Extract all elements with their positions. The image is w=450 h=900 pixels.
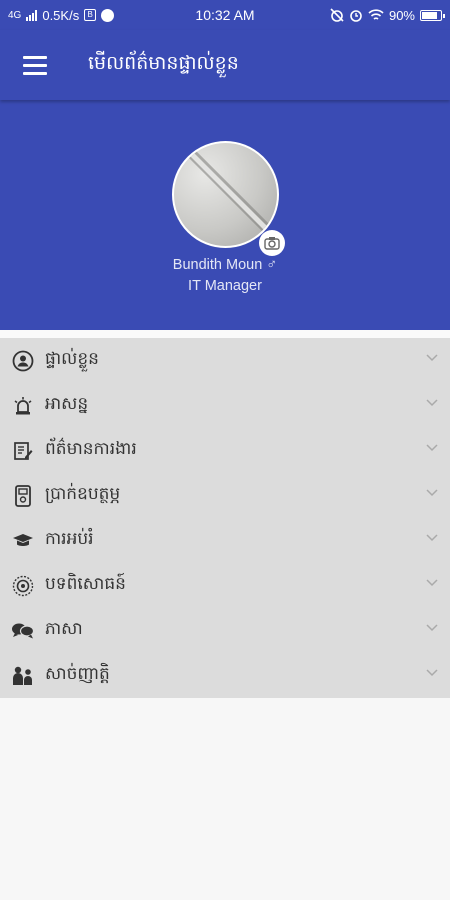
menu-item-label: បទពិសោធន៍ [45, 574, 126, 594]
app-bar: មើលព័ត៌មានផ្ទាល់ខ្លួន [0, 30, 450, 100]
chevron-down-icon [426, 669, 438, 677]
menu-item-label: អាសន្ន [45, 394, 89, 414]
menu-item-label: សាច់ញាត្តិ [45, 664, 110, 684]
experience-icon [0, 563, 45, 608]
menu-item-job-info[interactable]: ព័ត៌មានការងារ [0, 428, 450, 473]
battery-percent: 90% [388, 7, 415, 23]
menu-item-label: ប្រាក់ឧបត្ថម្ភ [45, 484, 121, 504]
menu-item-label: ផ្ទាល់ខ្លួន [45, 349, 99, 369]
messenger-icon [101, 8, 115, 22]
menu-item-emergency[interactable]: អាសន្ន [0, 383, 450, 428]
network-speed: 0.5K/s [42, 7, 80, 23]
family-icon [0, 653, 45, 698]
notification-b-icon: B [84, 9, 97, 21]
wifi-icon [368, 8, 384, 20]
divider [0, 330, 450, 338]
profile-job-title: IT Manager [188, 278, 262, 294]
siren-icon [0, 383, 45, 428]
hamburger-icon[interactable] [0, 30, 70, 100]
camera-icon[interactable] [259, 230, 285, 256]
menu-item-education[interactable]: ការអប់រំ [0, 518, 450, 563]
menu-item-label: ភាសា [45, 619, 83, 639]
network-type: 4G [8, 9, 22, 21]
empty-content-area [0, 698, 450, 900]
signal-icon [26, 9, 38, 21]
chevron-down-icon [426, 624, 438, 632]
page-title: មើលព័ត៌មានផ្ទាល់ខ្លួន [88, 52, 239, 74]
money-icon [0, 473, 45, 518]
chevron-down-icon [426, 444, 438, 452]
chevron-down-icon [426, 354, 438, 362]
menu-item-label: ព័ត៌មានការងារ [45, 439, 137, 459]
chevron-down-icon [426, 579, 438, 587]
chevron-down-icon [426, 534, 438, 542]
alarm-off-icon [330, 8, 344, 22]
battery-icon [420, 9, 445, 21]
profile-menu-list: ផ្ទាល់ខ្លួន អាសន្ន ព័ត៌មានការងារ ប្រាក់ឧ… [0, 338, 450, 698]
menu-item-allowance[interactable]: ប្រាក់ឧបត្ថម្ភ [0, 473, 450, 518]
menu-item-label: ការអប់រំ [45, 529, 94, 549]
chevron-down-icon [426, 399, 438, 407]
person-icon [0, 338, 45, 383]
alarm-icon [350, 10, 362, 22]
clock: 10:32 AM [195, 7, 255, 23]
menu-item-personal[interactable]: ផ្ទាល់ខ្លួន [0, 338, 450, 383]
status-bar: 4G 0.5K/s B 10:32 AM 90% [0, 0, 450, 30]
graduation-cap-icon [0, 518, 45, 563]
menu-item-relatives[interactable]: សាច់ញាត្តិ [0, 653, 450, 698]
edit-document-icon [0, 428, 45, 473]
profile-header: Bundith Moun ♂ IT Manager [0, 100, 450, 330]
chat-bubbles-icon [0, 608, 45, 653]
menu-item-experience[interactable]: បទពិសោធន៍ [0, 563, 450, 608]
chevron-down-icon [426, 489, 438, 497]
profile-name: Bundith Moun ♂ [172, 257, 278, 273]
menu-item-language[interactable]: ភាសា [0, 608, 450, 653]
